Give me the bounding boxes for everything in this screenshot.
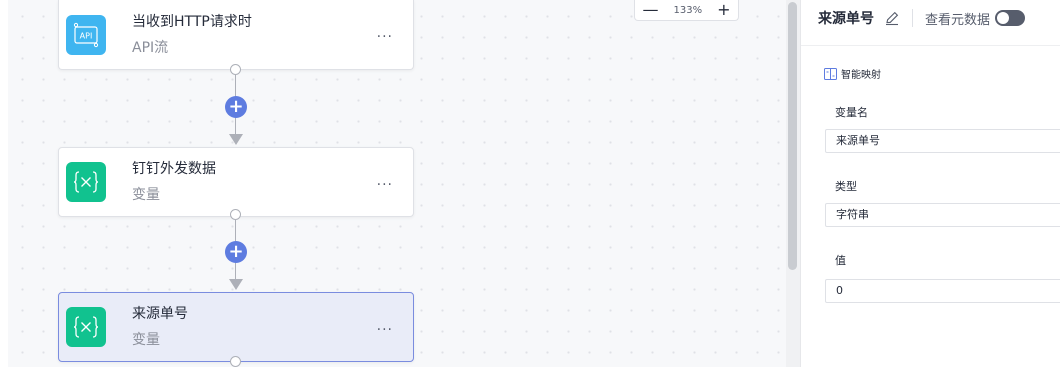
more-options-icon[interactable]: ···: [377, 29, 393, 45]
value-label: 值: [835, 254, 846, 267]
output-port[interactable]: [230, 209, 241, 220]
svg-text:API: API: [80, 31, 93, 40]
zoom-level: 133%: [673, 4, 703, 16]
header-separator: [912, 9, 913, 27]
node-title: 当收到HTTP请求时: [132, 13, 252, 30]
panel-title: 来源单号: [818, 11, 874, 27]
variable-name-label: 变量名: [835, 106, 868, 119]
add-node-button[interactable]: +: [225, 241, 247, 263]
smart-mapping-icon: [824, 67, 837, 80]
toggle-knob: [997, 12, 1010, 24]
canvas-scrollbar[interactable]: [786, 0, 800, 367]
flow-node-http-trigger[interactable]: API 当收到HTTP请求时 API流 ···: [58, 0, 414, 70]
header-divider: [801, 45, 1060, 46]
zoom-in-button[interactable]: +: [717, 2, 730, 18]
node-subtitle: 变量: [132, 332, 160, 348]
node-subtitle: API流: [132, 39, 169, 56]
zoom-out-button[interactable]: —: [643, 2, 659, 18]
view-metadata-label: 查看元数据: [925, 12, 991, 28]
node-subtitle: 变量: [132, 187, 160, 203]
smart-mapping-button[interactable]: 智能映射: [824, 66, 881, 81]
node-title: 钉钉外发数据: [132, 161, 216, 177]
properties-panel: 来源单号 查看元数据 智能映射 变量名 来源单号 类型 字符串 值 0: [801, 0, 1060, 367]
variable-icon: [66, 162, 106, 202]
smart-mapping-label: 智能映射: [841, 70, 881, 81]
left-edge: [0, 0, 8, 367]
more-options-icon[interactable]: ···: [377, 322, 393, 338]
add-node-button[interactable]: +: [225, 96, 247, 118]
type-select[interactable]: 字符串: [825, 203, 1060, 227]
more-options-icon[interactable]: ···: [377, 177, 393, 193]
zoom-control: — 133% +: [634, 0, 739, 21]
output-port[interactable]: [230, 64, 241, 75]
arrow-head: [229, 279, 243, 290]
panel-header: 来源单号 查看元数据: [818, 0, 1026, 36]
value-input[interactable]: 0: [825, 279, 1060, 303]
scrollbar-thumb[interactable]: [788, 2, 797, 270]
arrow-head: [229, 134, 243, 145]
flow-node-source-number-variable[interactable]: 来源单号 变量 ···: [58, 292, 414, 362]
node-title: 来源单号: [132, 306, 188, 322]
edit-icon[interactable]: [884, 10, 900, 26]
type-label: 类型: [835, 180, 857, 193]
variable-icon: [66, 307, 106, 347]
api-icon: API: [66, 14, 106, 55]
output-port[interactable]: [230, 356, 241, 367]
flow-node-dingtalk-variable[interactable]: 钉钉外发数据 变量 ···: [58, 147, 414, 217]
variable-name-input[interactable]: 来源单号: [825, 129, 1060, 153]
view-metadata-toggle[interactable]: [995, 10, 1026, 26]
